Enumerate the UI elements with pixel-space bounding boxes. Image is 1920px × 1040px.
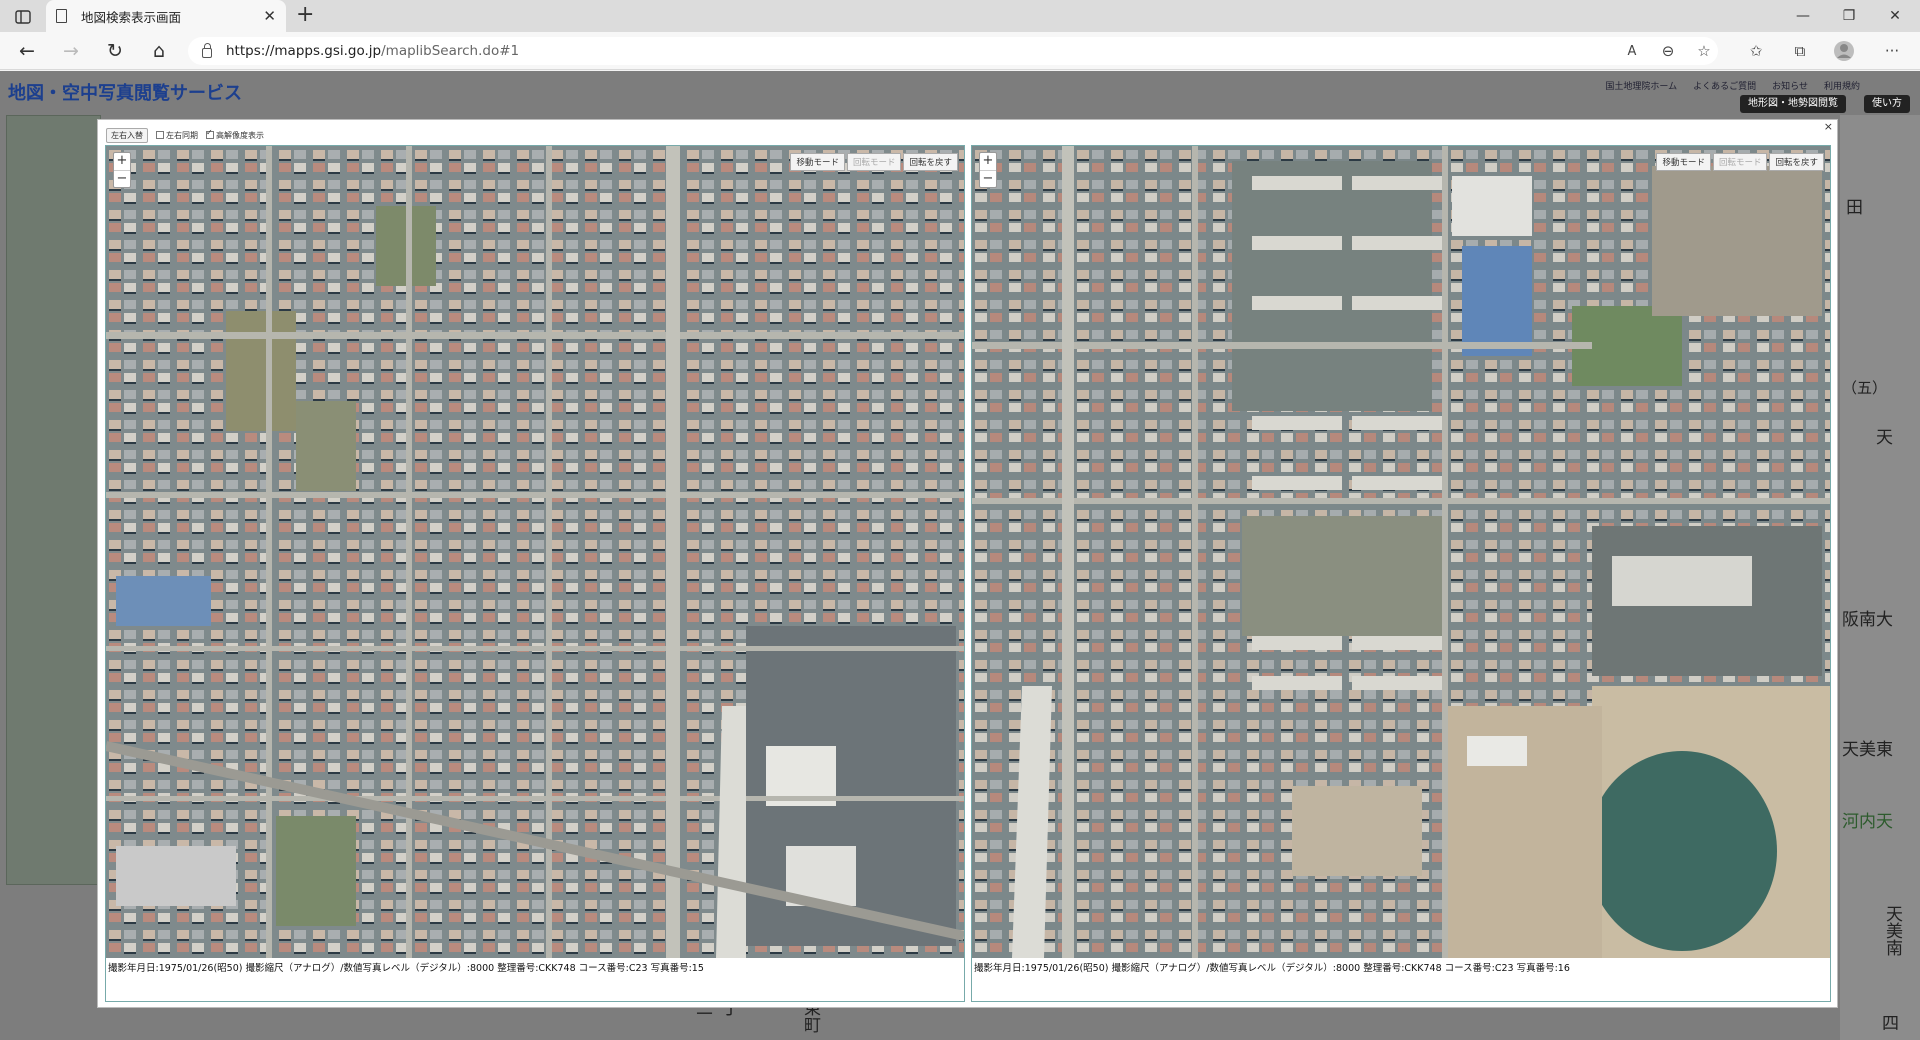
url-field[interactable]: https://mapps.gsi.go.jp/maplibSearch.do#…: [188, 37, 1718, 65]
tab-close-icon[interactable]: ✕: [263, 7, 276, 25]
background-map: 田 （五） 天 阪南大 天美東 河内天 天美南 四: [1840, 115, 1920, 1040]
zoom-out-icon[interactable]: ⊖: [1656, 40, 1680, 62]
lock-icon: [202, 43, 212, 58]
map-label: 天美南: [1882, 905, 1902, 956]
right-photo-panel: + − 移動モード 回転モード 回転を戻す 撮影年月日:1975/01/26(昭…: [971, 145, 1831, 1002]
modal-toolbar: 左右入替 左右同期 高解像度表示: [106, 128, 264, 143]
swap-button[interactable]: 左右入替: [106, 128, 148, 143]
photo-caption-right: 撮影年月日:1975/01/26(昭50) 撮影縮尺（アナログ）/数値写真レベル…: [974, 963, 1570, 974]
zoom-in-button[interactable]: +: [980, 153, 996, 170]
top-link[interactable]: お知らせ: [1772, 79, 1808, 92]
zoom-control: + −: [113, 152, 131, 188]
mode-buttons: 移動モード 回転モード 回転を戻す: [1656, 153, 1824, 171]
map-label: （五）: [1842, 379, 1888, 397]
url-host: https://mapps.gsi.go.jp: [226, 43, 382, 59]
map-label: 阪南大: [1842, 610, 1893, 630]
aerial-image: [972, 146, 1830, 958]
favorite-add-icon[interactable]: ☆: [1692, 40, 1716, 62]
back-icon[interactable]: ←: [12, 38, 42, 64]
help-button[interactable]: 使い方: [1864, 95, 1910, 113]
restore-icon[interactable]: ❐: [1826, 0, 1872, 32]
hires-label: 高解像度表示: [216, 131, 264, 140]
zoom-out-button[interactable]: −: [980, 170, 996, 187]
top-link[interactable]: 国土地理院ホーム: [1605, 79, 1677, 92]
aerial-photo-right[interactable]: + − 移動モード 回転モード 回転を戻す: [972, 146, 1830, 958]
window-close-icon[interactable]: ✕: [1872, 0, 1918, 32]
page-content: 地図・空中写真閲覧サービス 国土地理院ホーム よくあるご質問 お知らせ 利用規約…: [0, 71, 1920, 1040]
hires-checkbox[interactable]: 高解像度表示: [206, 128, 264, 141]
site-title: 地図・空中写真閲覧サービス: [8, 83, 242, 104]
mode-buttons: 移動モード 回転モード 回転を戻す: [790, 153, 958, 171]
move-mode-button[interactable]: 移動モード: [1656, 153, 1711, 171]
reset-rotation-button[interactable]: 回転を戻す: [903, 153, 958, 171]
rotate-mode-button[interactable]: 回転モード: [846, 153, 902, 171]
zoom-out-button[interactable]: −: [114, 170, 130, 187]
tab-actions-icon[interactable]: [10, 6, 36, 28]
zoom-control: + −: [979, 152, 997, 188]
map-label: 河内天: [1842, 812, 1893, 832]
sync-checkbox[interactable]: 左右同期: [156, 130, 198, 141]
checkbox-icon: [156, 131, 164, 139]
map-label: 田: [1846, 198, 1863, 218]
forward-icon[interactable]: →: [56, 38, 86, 64]
modal-close-icon[interactable]: ×: [1824, 120, 1833, 133]
topo-map-button[interactable]: 地形図・地勢図閲覧: [1740, 95, 1846, 113]
active-tab[interactable]: 地図検索表示画面 ✕: [46, 0, 286, 32]
url-path: /maplibSearch.do#1: [381, 43, 520, 59]
top-links: 国土地理院ホーム よくあるご質問 お知らせ 利用規約: [1605, 79, 1860, 92]
top-link[interactable]: よくあるご質問: [1693, 79, 1756, 92]
zoom-in-button[interactable]: +: [114, 153, 130, 170]
page-icon: [56, 9, 67, 23]
collections-icon[interactable]: ⧉: [1788, 40, 1812, 62]
refresh-icon[interactable]: ↻: [100, 38, 130, 64]
photo-caption-left: 撮影年月日:1975/01/26(昭50) 撮影縮尺（アナログ）/数値写真レベル…: [108, 963, 704, 974]
favorites-icon[interactable]: ✩: [1744, 40, 1768, 62]
tab-strip: 地図検索表示画面 ✕ + — ❐ ✕: [0, 0, 1920, 32]
aerial-photo-left[interactable]: + − 移動モード 回転モード 回転を戻す: [106, 146, 964, 958]
top-link[interactable]: 利用規約: [1824, 79, 1860, 92]
search-sidebar: [6, 115, 101, 885]
aerial-image: [106, 146, 964, 958]
reset-rotation-button[interactable]: 回転を戻す: [1769, 153, 1824, 171]
left-photo-panel: + − 移動モード 回転モード 回転を戻す 撮影年月日:1975/01/26(昭…: [105, 145, 965, 1002]
rotate-mode-button[interactable]: 回転モード: [1712, 153, 1768, 171]
browser-window: 地図検索表示画面 ✕ + — ❐ ✕ ← → ↻ ⌂ https://mapps…: [0, 0, 1920, 1040]
minimize-icon[interactable]: —: [1780, 0, 1826, 32]
tab-title: 地図検索表示画面: [81, 9, 182, 25]
home-icon[interactable]: ⌂: [144, 38, 174, 64]
more-icon[interactable]: ···: [1880, 40, 1904, 62]
checkbox-checked-icon: [206, 128, 214, 139]
sync-label: 左右同期: [166, 131, 198, 140]
read-aloud-label: A: [1627, 43, 1637, 59]
profile-icon[interactable]: [1832, 40, 1856, 62]
map-label: 天美東: [1842, 740, 1893, 760]
map-label: 天: [1876, 428, 1893, 448]
move-mode-button[interactable]: 移動モード: [790, 153, 845, 171]
new-tab-icon[interactable]: +: [296, 4, 314, 26]
address-bar: ← → ↻ ⌂ https://mapps.gsi.go.jp/maplibSe…: [0, 32, 1920, 70]
photo-compare-modal: × 左右入替 左右同期 高解像度表示: [97, 119, 1838, 1008]
map-label: 四: [1882, 1014, 1899, 1034]
read-aloud-icon[interactable]: A: [1620, 40, 1644, 62]
